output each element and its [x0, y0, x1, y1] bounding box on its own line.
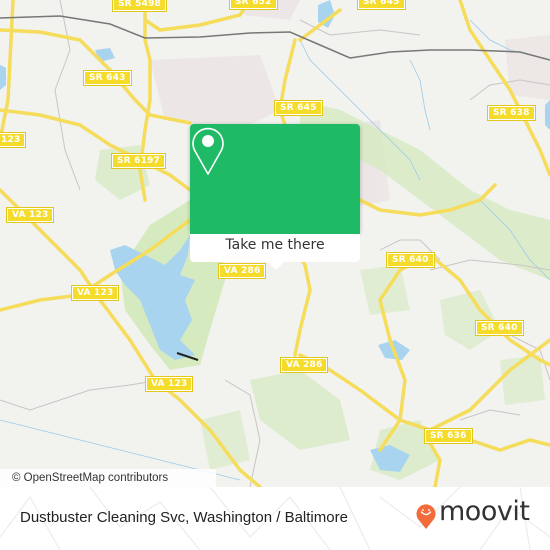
road-label-top-right: SR 645	[357, 0, 406, 10]
road-label-sr643: SR 643	[83, 70, 132, 86]
popup-header	[190, 124, 360, 234]
map-attribution[interactable]: © OpenStreetMap contributors	[0, 469, 216, 487]
location-popup: Take me there	[190, 124, 360, 270]
road-label-va286-a: VA 286	[217, 263, 267, 279]
place-title: Dustbuster Cleaning Svc, Washington / Ba…	[20, 509, 348, 526]
road-label-sr636: SR 636	[424, 428, 473, 444]
moovit-smiley-pin-icon	[416, 504, 436, 529]
moovit-wordmark: moovit	[439, 496, 530, 527]
take-me-there-button[interactable]: Take me there	[190, 234, 360, 262]
road-label-sr645: SR 645	[274, 100, 323, 116]
road-label-sr638: SR 638	[487, 105, 536, 121]
footer-bar: Dustbuster Cleaning Svc, Washington / Ba…	[0, 487, 550, 550]
road-label-va123-c: VA 123	[144, 376, 194, 392]
road-label-sr5498: SR 5498	[112, 0, 167, 12]
road-label-va123-a: VA 123	[5, 207, 55, 223]
map-pin-icon	[192, 127, 224, 175]
road-label-sr652: SR 652	[229, 0, 278, 10]
road-label-sr640-b: SR 640	[475, 320, 524, 336]
road-label-va123-b: VA 123	[70, 285, 120, 301]
popup-pointer	[266, 260, 286, 270]
road-label-sr6197: SR 6197	[111, 153, 166, 169]
map-canvas[interactable]: SR 5498 SR 652 SR 645 SR 643 SR 645 SR 6…	[0, 0, 550, 487]
road-label-sr640-a: SR 640	[386, 252, 435, 268]
road-label-va286-b: VA 286	[279, 357, 329, 373]
road-label-va123-left: 123	[0, 132, 27, 148]
